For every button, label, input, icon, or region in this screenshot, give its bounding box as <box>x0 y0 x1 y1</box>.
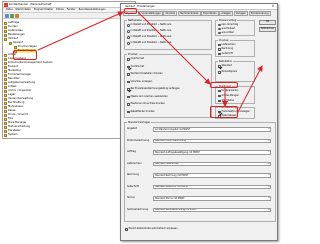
annotation-arrows <box>37 11 263 113</box>
